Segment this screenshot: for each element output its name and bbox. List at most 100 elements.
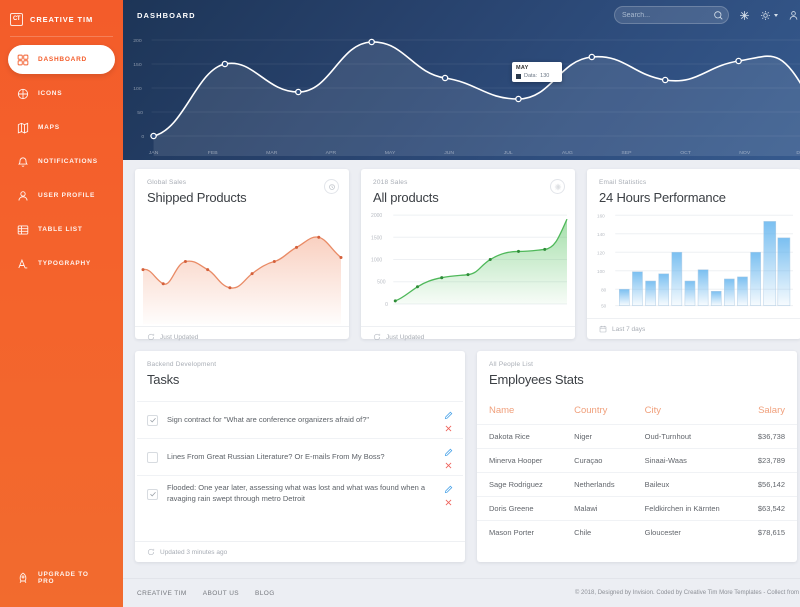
footer-link-about-us[interactable]: ABOUT US (203, 590, 239, 597)
sidebar-item-dashboard[interactable]: DASHBOARD (8, 45, 115, 74)
task-checkbox[interactable] (147, 488, 158, 500)
content-area: Global Sales Shipped Products Just Updat… (123, 160, 800, 569)
edit-icon[interactable] (444, 483, 453, 494)
rocket-icon (17, 572, 29, 584)
table-row[interactable]: Mason Porter Chile Gloucester $78,615 (477, 520, 797, 544)
close-icon[interactable] (444, 496, 453, 506)
gear-icon[interactable] (550, 179, 565, 194)
sidebar-item-notifications[interactable]: NOTIFICATIONS (8, 147, 115, 176)
card-footer: Just Updated (135, 326, 349, 347)
edit-icon[interactable] (444, 446, 453, 457)
card-all-products: 2018 Sales All products 2000 1500 1000 5… (361, 169, 575, 341)
close-icon[interactable] (444, 459, 453, 469)
card-shipped-products: Global Sales Shipped Products Just Updat… (135, 169, 349, 341)
svg-text:JUL: JUL (504, 150, 513, 156)
task-checkbox[interactable] (147, 414, 158, 426)
apps-button[interactable] (739, 10, 750, 21)
tooltip-title: MAY (516, 65, 529, 71)
svg-text:100: 100 (597, 269, 605, 274)
card-footer: Last 7 days (587, 318, 800, 339)
table-row[interactable]: Minerva Hooper Curaçao Sinaai-Waas $23,7… (477, 448, 797, 473)
table-row[interactable]: Dakota Rice Niger Oud-Turnhout $36,738 (477, 424, 797, 449)
page-title: DASHBOARD (137, 10, 196, 20)
column-city: City (644, 405, 662, 416)
svg-text:SEP: SEP (621, 150, 632, 156)
search-icon[interactable] (713, 10, 724, 21)
hero-chart-svg: 200 150 100 50 0 JAN FEB MAR APR MAY JUN… (133, 38, 800, 156)
close-icon[interactable] (444, 422, 453, 432)
column-name: Name (489, 405, 515, 416)
card-chart (135, 207, 349, 326)
settings-dropdown-button[interactable] (760, 10, 778, 21)
table-row[interactable]: Doris Greene Malawi Feldkirchen in Kärnt… (477, 496, 797, 521)
svg-text:MAY: MAY (385, 150, 396, 156)
typography-icon (17, 258, 29, 270)
refresh-icon[interactable] (324, 179, 339, 194)
user-icon (17, 190, 29, 202)
svg-text:0: 0 (141, 134, 144, 140)
task-actions (444, 483, 453, 506)
card-tasks: Backend Development Tasks Sign contract … (135, 351, 465, 562)
table-head: Name Country City Salary (477, 399, 797, 425)
search-input[interactable] (622, 11, 713, 19)
footer-links: CREATIVE TIM ABOUT US BLOG (137, 590, 275, 597)
svg-text:160: 160 (597, 213, 605, 218)
maps-icon (17, 122, 29, 134)
sidebar-item-typography[interactable]: TYPOGRAPHY (8, 249, 115, 278)
task-row[interactable]: Lines From Great Russian Literature? Or … (137, 438, 463, 475)
task-row[interactable]: Flooded: One year later, assessing what … (137, 475, 463, 512)
sidebar-item-icons[interactable]: ICONS (8, 79, 115, 108)
hero-line-chart: 200 150 100 50 0 JAN FEB MAR APR MAY JUN… (123, 26, 800, 160)
task-text: Lines From Great Russian Literature? Or … (167, 451, 385, 461)
svg-text:NOV: NOV (739, 150, 751, 156)
card-header: All People List Employees Stats (477, 351, 797, 389)
table-row[interactable]: Sage Rodriguez Netherlands Baileux $56,1… (477, 472, 797, 497)
search-box[interactable] (614, 6, 729, 24)
card-title: All products (373, 190, 439, 205)
footer-link-creative-tim[interactable]: CREATIVE TIM (137, 590, 187, 597)
brand[interactable]: CT CREATIVE TIM (0, 4, 123, 34)
task-checkbox[interactable] (147, 451, 158, 463)
task-actions (444, 409, 453, 432)
svg-text:50: 50 (137, 110, 143, 116)
cell-salary: $36,738 (741, 424, 797, 449)
cell-name: Mason Porter (477, 520, 563, 544)
svg-text:DEC: DEC (796, 150, 800, 156)
bell-icon (17, 156, 29, 168)
sidebar-item-table-list[interactable]: TABLE LIST (8, 215, 115, 244)
account-button[interactable] (788, 10, 799, 21)
svg-text:100: 100 (133, 86, 142, 92)
footer-link-blog[interactable]: BLOG (255, 590, 275, 597)
all-products-chart: 2000 1500 1000 500 0 (371, 213, 568, 308)
stat-cards-row: Global Sales Shipped Products Just Updat… (135, 169, 800, 341)
tooltip-label: Data: (524, 73, 538, 79)
calendar-icon (599, 325, 607, 333)
sidebar-item-maps[interactable]: MAPS (8, 113, 115, 142)
refresh-icon (373, 334, 381, 341)
card-category: Email Statistics (599, 179, 647, 186)
cell-city: Baileux (632, 472, 742, 497)
cell-salary: $23,789 (741, 448, 797, 473)
edit-icon[interactable] (444, 409, 453, 420)
svg-text:80: 80 (601, 287, 607, 292)
cell-country: Malawi (562, 496, 633, 521)
brand-name: CREATIVE TIM (30, 14, 94, 24)
top-navbar: DASHBOARD (123, 0, 800, 30)
card-header: Email Statistics 24 Hours Performance (587, 169, 800, 207)
sidebar-item-upgrade-to-pro[interactable]: UPGRADE TO PRO (8, 565, 115, 591)
card-footer: Just Updated (361, 326, 575, 347)
cell-country: Curaçao (562, 448, 633, 473)
svg-text:500: 500 (377, 280, 386, 286)
cell-country: Chile (562, 520, 633, 544)
chevron-down-icon (774, 13, 778, 17)
cell-name: Minerva Hooper (477, 448, 563, 473)
task-row[interactable]: Sign contract for "What are conference o… (137, 401, 463, 438)
card-footer-text: Just Updated (160, 333, 199, 341)
card-chart: 2000 1500 1000 500 0 (361, 207, 575, 326)
tooltip-row: Data: 130 (516, 73, 558, 79)
card-footer-text: Last 7 days (612, 325, 646, 333)
sidebar-item-user-profile[interactable]: USER PROFILE (8, 181, 115, 210)
chart-tooltip: MAY Data: 130 (512, 62, 562, 82)
refresh-icon (147, 334, 155, 341)
card-employees-stats: All People List Employees Stats Name Cou… (477, 351, 797, 562)
